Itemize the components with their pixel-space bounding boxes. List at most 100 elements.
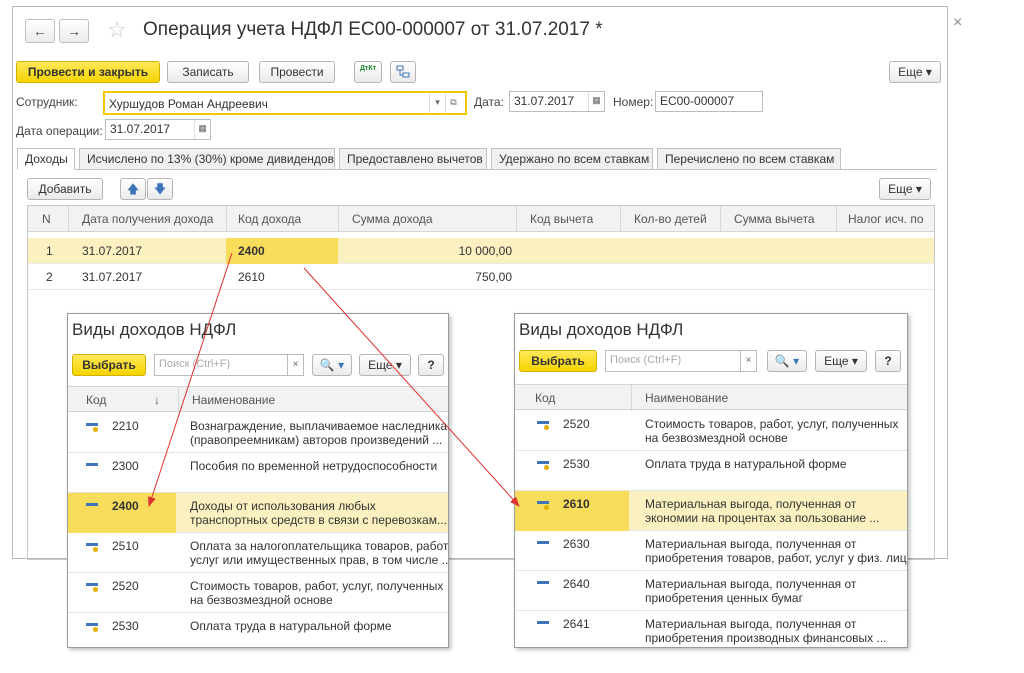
list-item[interactable]: 2520 Стоимость товаров, работ, услуг, по… — [515, 411, 907, 451]
table-row[interactable]: 2 31.07.2017 2610 750,00 — [28, 264, 934, 290]
popup-header: Код ↓ Наименование — [68, 386, 448, 413]
column-header[interactable]: N — [42, 212, 51, 226]
dropdown-icon[interactable]: ▾ — [429, 94, 445, 113]
income-code[interactable]: 2400 — [238, 244, 265, 258]
item-name: Доходы от использования любых транспортны… — [190, 499, 447, 527]
popup-header: Код Наименование — [515, 384, 907, 411]
item-code: 2640 — [563, 577, 590, 591]
calendar-icon[interactable]: ▦ — [194, 120, 210, 139]
add-button[interactable]: Добавить — [27, 178, 103, 200]
item-code: 2630 — [563, 537, 590, 551]
employee-label: Сотрудник: — [16, 95, 78, 109]
item-code: 2530 — [112, 619, 139, 633]
list-item[interactable]: 2641 Материальная выгода, полученная от п… — [515, 611, 907, 647]
tab-transferred[interactable]: Перечислено по всем ставкам — [657, 148, 841, 170]
table-more-button[interactable]: Еще ▾ — [879, 178, 931, 200]
operation-date-field[interactable]: 31.07.2017 ▦ — [105, 119, 211, 140]
tab-income[interactable]: Доходы — [17, 148, 75, 170]
number-field[interactable]: ЕС00-000007 — [655, 91, 763, 112]
search-button[interactable]: 🔍 ▾ — [312, 354, 352, 376]
popup-title: Виды доходов НДФЛ — [72, 320, 237, 339]
item-code: 2610 — [563, 497, 590, 511]
list-item[interactable]: 2300 Пособия по временной нетрудоспособн… — [68, 453, 448, 493]
income-types-popup-left: Виды доходов НДФЛ Выбрать Поиск (Ctrl+F)… — [67, 313, 449, 648]
more-button[interactable]: Еще ▾ — [815, 350, 867, 372]
back-button[interactable]: ← — [25, 19, 55, 43]
column-header[interactable]: Налог исч. по — [848, 212, 924, 226]
item-name: Вознаграждение, выплачиваемое наследника… — [190, 419, 449, 447]
income-date: 31.07.2017 — [82, 270, 143, 284]
search-input[interactable]: Поиск (Ctrl+F) — [605, 350, 741, 372]
date-label: Дата: — [474, 95, 504, 109]
more-button[interactable]: Еще ▾ — [889, 61, 941, 83]
post-and-close-button[interactable]: Провести и закрыть — [16, 61, 160, 83]
item-code: 2210 — [112, 419, 139, 433]
list-item-selected[interactable]: 2400 Доходы от использования любых трансп… — [68, 493, 448, 533]
tab-withheld[interactable]: Удержано по всем ставкам — [491, 148, 653, 170]
list-item[interactable]: 2520 Стоимость товаров, работ, услуг, по… — [68, 573, 448, 613]
income-code[interactable]: 2610 — [238, 270, 265, 284]
item-icon — [86, 503, 98, 506]
help-button[interactable]: ? — [418, 354, 444, 376]
column-header[interactable]: Сумма вычета — [734, 212, 815, 226]
dtkt-icon[interactable]: ДтКт — [354, 61, 382, 83]
employee-field[interactable]: Хуршудов Роман Андреевич ▾ ⧉ — [103, 91, 467, 115]
date-value: 31.07.2017 — [514, 94, 575, 108]
sort-down-icon[interactable]: ↓ — [154, 393, 160, 407]
income-date: 31.07.2017 — [82, 244, 143, 258]
item-icon — [86, 423, 98, 432]
table-header: N Дата получения дохода Код дохода Сумма… — [28, 206, 934, 232]
help-button[interactable]: ? — [875, 350, 901, 372]
tab-deductions[interactable]: Предоставлено вычетов — [339, 148, 487, 170]
list-item[interactable]: 2530 Оплата труда в натуральной форме — [515, 451, 907, 491]
item-icon — [86, 583, 98, 592]
list-item[interactable]: 2530 Оплата труда в натуральной форме — [68, 613, 448, 647]
column-header[interactable]: Код вычета — [530, 212, 593, 226]
item-icon — [537, 501, 549, 510]
item-name: Оплата труда в натуральной форме — [645, 457, 847, 471]
item-icon — [86, 463, 98, 466]
row-number: 2 — [46, 270, 53, 284]
income-sum: 750,00 — [475, 270, 512, 284]
search-button[interactable]: 🔍 ▾ — [767, 350, 807, 372]
post-button[interactable]: Провести — [259, 61, 335, 83]
list-item-selected[interactable]: 2610 Материальная выгода, полученная от э… — [515, 491, 907, 531]
operation-date-label: Дата операции: — [16, 124, 103, 138]
select-button[interactable]: Выбрать — [72, 354, 146, 376]
column-header[interactable]: Дата получения дохода — [82, 212, 213, 226]
calendar-icon[interactable]: ▦ — [588, 92, 604, 111]
item-name: Материальная выгода, полученная от приобр… — [645, 617, 887, 645]
clear-search-icon[interactable]: × — [741, 350, 757, 372]
structure-icon[interactable] — [390, 61, 416, 83]
open-icon[interactable]: ⧉ — [445, 94, 461, 113]
save-button[interactable]: Записать — [167, 61, 249, 83]
clear-search-icon[interactable]: × — [288, 354, 304, 376]
move-down-icon[interactable]: 🡇 — [147, 178, 173, 200]
column-header[interactable]: Код дохода — [238, 212, 301, 226]
column-header[interactable]: Кол-во детей — [634, 212, 707, 226]
list-item[interactable]: 2630 Материальная выгода, полученная от п… — [515, 531, 907, 571]
list-item[interactable]: 2210 Вознаграждение, выплачиваемое насле… — [68, 413, 448, 453]
table-row[interactable]: 1 31.07.2017 2400 10 000,00 — [28, 238, 934, 264]
column-header-name[interactable]: Наименование — [645, 391, 728, 405]
page-title: Операция учета НДФЛ ЕС00-000007 от 31.07… — [143, 19, 603, 40]
search-input[interactable]: Поиск (Ctrl+F) — [154, 354, 288, 376]
item-icon — [537, 621, 549, 624]
list-item[interactable]: 2510 Оплата за налогоплательщика товаров… — [68, 533, 448, 573]
close-icon[interactable]: × — [953, 14, 962, 32]
item-code: 2641 — [563, 617, 590, 631]
date-field[interactable]: 31.07.2017 ▦ — [509, 91, 605, 112]
favorite-star-icon[interactable]: ☆ — [107, 17, 127, 43]
column-header-code[interactable]: Код — [86, 393, 106, 407]
column-header[interactable]: Сумма дохода — [352, 212, 433, 226]
item-name: Материальная выгода, полученная от приобр… — [645, 537, 907, 565]
forward-button[interactable]: → — [59, 19, 89, 43]
select-button[interactable]: Выбрать — [519, 350, 597, 372]
item-name: Стоимость товаров, работ, услуг, получен… — [190, 579, 444, 607]
column-header-code[interactable]: Код — [535, 391, 555, 405]
more-button[interactable]: Еще ▾ — [359, 354, 411, 376]
list-item[interactable]: 2640 Материальная выгода, полученная от п… — [515, 571, 907, 611]
column-header-name[interactable]: Наименование — [192, 393, 275, 407]
move-up-icon[interactable]: 🡅 — [120, 178, 146, 200]
tab-calculated[interactable]: Исчислено по 13% (30%) кроме дивидендов — [79, 148, 335, 170]
